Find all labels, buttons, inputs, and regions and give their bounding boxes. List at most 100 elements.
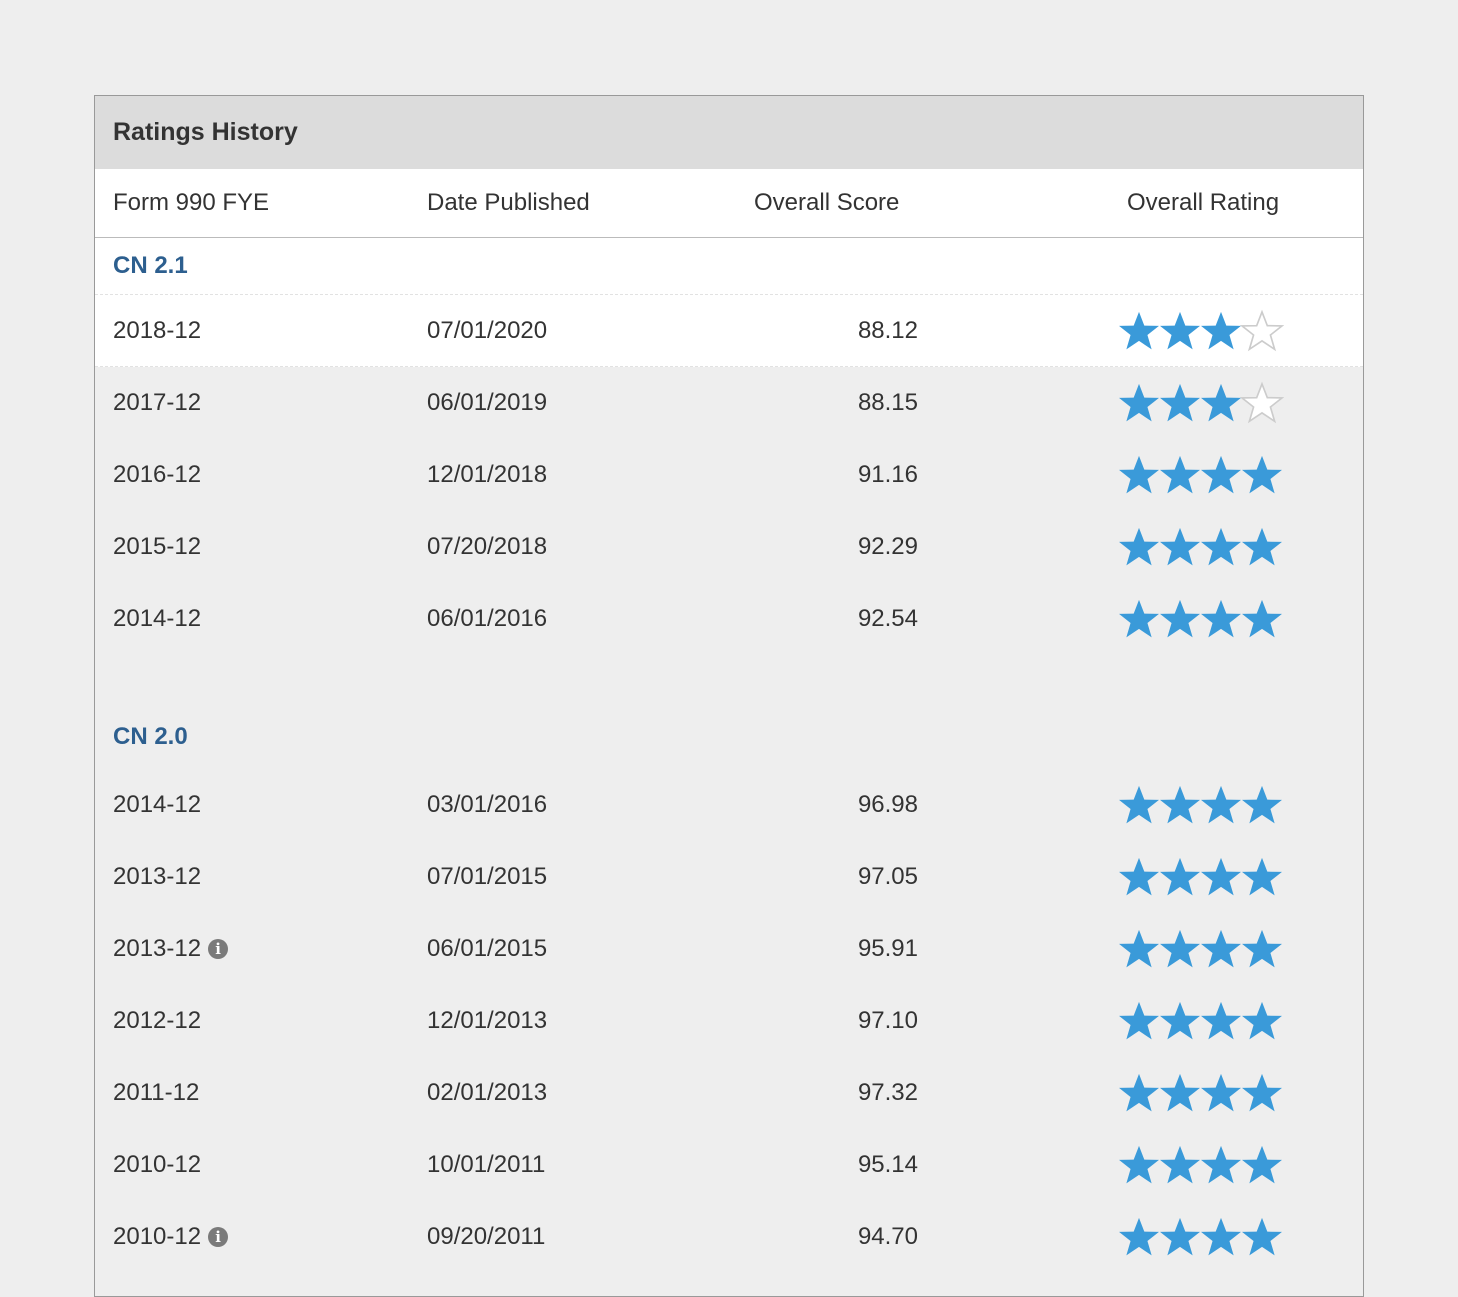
star-filled-icon xyxy=(1242,785,1282,824)
info-icon[interactable]: i xyxy=(208,939,229,959)
fye-cell: 2014-12 xyxy=(113,791,201,819)
star-rating xyxy=(1117,1215,1282,1259)
fye-cell: 2010-12 i xyxy=(113,1223,229,1251)
overall-score-cell: 97.10 xyxy=(857,1007,918,1034)
star-filled-icon xyxy=(1242,857,1282,896)
star-filled-icon xyxy=(1242,527,1282,566)
star-filled-icon xyxy=(1201,1145,1241,1184)
star-filled-icon xyxy=(1201,599,1241,638)
date-published-cell: 02/01/2013 xyxy=(427,1079,548,1106)
fye-cell: 2011-12 xyxy=(113,1079,199,1107)
fye-cell: 2013-12 i xyxy=(113,935,229,963)
date-published-cell: 07/01/2015 xyxy=(427,863,548,890)
star-filled-icon xyxy=(1119,311,1159,349)
section-label: CN 2.0 xyxy=(95,705,1363,769)
star-filled-icon xyxy=(1119,455,1159,494)
table-body: CN 2.1 2018-12 07/01/2020 88.12 2017-12 06/01… xyxy=(95,238,1363,1273)
table-row: 2010-12 i 09/20/2011 94.70 xyxy=(95,1201,1363,1273)
star-filled-icon xyxy=(1119,857,1159,896)
star-filled-icon xyxy=(1160,527,1200,566)
fye-cell: 2015-12 xyxy=(113,533,201,561)
star-filled-icon xyxy=(1160,383,1200,422)
section-label-text: CN 2.0 xyxy=(113,723,188,750)
fye-cell: 2014-12 xyxy=(113,605,201,633)
overall-score-cell: 91.16 xyxy=(857,461,918,488)
star-filled-icon xyxy=(1201,455,1241,494)
star-filled-icon xyxy=(1119,1001,1159,1040)
table-row: 2018-12 07/01/2020 88.12 xyxy=(95,295,1363,367)
star-filled-icon xyxy=(1160,1073,1200,1112)
star-filled-icon xyxy=(1160,857,1200,896)
fye-value: 2013-12 xyxy=(113,863,202,890)
star-rating xyxy=(1117,309,1284,353)
star-filled-icon xyxy=(1119,383,1159,422)
column-header-date-published: Date Published xyxy=(427,189,590,216)
date-published-cell: 06/01/2015 xyxy=(427,935,548,962)
star-filled-icon xyxy=(1160,785,1200,824)
star-filled-icon xyxy=(1242,1073,1282,1112)
star-filled-icon xyxy=(1160,599,1200,638)
star-filled-icon xyxy=(1119,1073,1159,1112)
star-rating xyxy=(1117,927,1282,971)
table-row: 2015-12 07/20/2018 92.29 xyxy=(95,511,1363,583)
overall-score-cell: 88.12 xyxy=(857,316,918,344)
overall-score-cell: 97.05 xyxy=(857,863,918,890)
table-row: 2013-12 i 06/01/2015 95.91 xyxy=(95,913,1363,985)
table-row: 2012-12 12/01/2013 97.10 xyxy=(95,985,1363,1057)
star-filled-icon xyxy=(1119,785,1159,824)
column-header-fye: Form 990 FYE xyxy=(113,189,270,216)
star-empty-icon xyxy=(1240,309,1284,351)
ratings-history-panel: Ratings History Form 990 FYE Date Publis… xyxy=(94,95,1364,1297)
star-rating xyxy=(1117,783,1282,827)
fye-value: 2010-12 xyxy=(113,1223,202,1250)
star-rating xyxy=(1117,999,1282,1043)
star-filled-icon xyxy=(1242,1001,1282,1040)
star-filled-icon xyxy=(1160,311,1200,349)
star-filled-icon xyxy=(1119,599,1159,638)
star-filled-icon xyxy=(1201,785,1241,824)
star-filled-icon xyxy=(1201,929,1241,968)
overall-score-cell: 96.98 xyxy=(857,791,918,818)
date-published-cell: 12/01/2013 xyxy=(427,1007,548,1034)
table-row: 2017-12 06/01/2019 88.15 xyxy=(95,367,1363,439)
star-filled-icon xyxy=(1201,383,1241,422)
overall-score-cell: 95.14 xyxy=(857,1151,918,1178)
overall-score-cell: 92.29 xyxy=(857,533,918,560)
fye-value: 2018-12 xyxy=(113,316,202,344)
fye-cell: 2013-12 xyxy=(113,863,201,891)
star-rating xyxy=(1117,597,1282,641)
star-filled-icon xyxy=(1201,1073,1241,1112)
star-filled-icon xyxy=(1119,1145,1159,1184)
fye-cell: 2017-12 xyxy=(113,389,201,417)
table-row: 2014-12 03/01/2016 96.98 xyxy=(95,769,1363,841)
table-row: 2010-12 10/01/2011 95.14 xyxy=(95,1129,1363,1201)
star-filled-icon xyxy=(1242,929,1282,968)
fye-value: 2014-12 xyxy=(113,605,202,632)
star-filled-icon xyxy=(1242,455,1282,494)
fye-cell: 2010-12 xyxy=(113,1151,201,1179)
fye-value: 2016-12 xyxy=(113,461,202,488)
star-filled-icon xyxy=(1160,455,1200,494)
overall-score-cell: 95.91 xyxy=(857,935,918,962)
section-label: CN 2.1 xyxy=(95,238,1363,295)
star-filled-icon xyxy=(1160,929,1200,968)
fye-cell: 2012-12 xyxy=(113,1007,201,1035)
star-filled-icon xyxy=(1119,929,1159,968)
fye-value: 2010-12 xyxy=(113,1151,202,1178)
date-published-cell: 03/01/2016 xyxy=(427,791,548,818)
date-published-cell: 07/01/2020 xyxy=(427,316,548,344)
date-published-cell: 06/01/2019 xyxy=(427,389,548,416)
info-icon[interactable]: i xyxy=(208,1227,229,1247)
fye-value: 2015-12 xyxy=(113,533,202,560)
star-filled-icon xyxy=(1201,527,1241,566)
date-published-cell: 10/01/2011 xyxy=(427,1151,546,1178)
star-filled-icon xyxy=(1160,1217,1200,1256)
star-rating xyxy=(1117,525,1282,569)
fye-cell: 2016-12 xyxy=(113,461,201,489)
star-empty-icon xyxy=(1240,381,1284,424)
date-published-cell: 07/20/2018 xyxy=(427,533,548,560)
star-rating xyxy=(1117,855,1282,899)
fye-value: 2013-12 xyxy=(113,935,202,962)
star-filled-icon xyxy=(1160,1001,1200,1040)
table-row: 2014-12 06/01/2016 92.54 xyxy=(95,583,1363,655)
